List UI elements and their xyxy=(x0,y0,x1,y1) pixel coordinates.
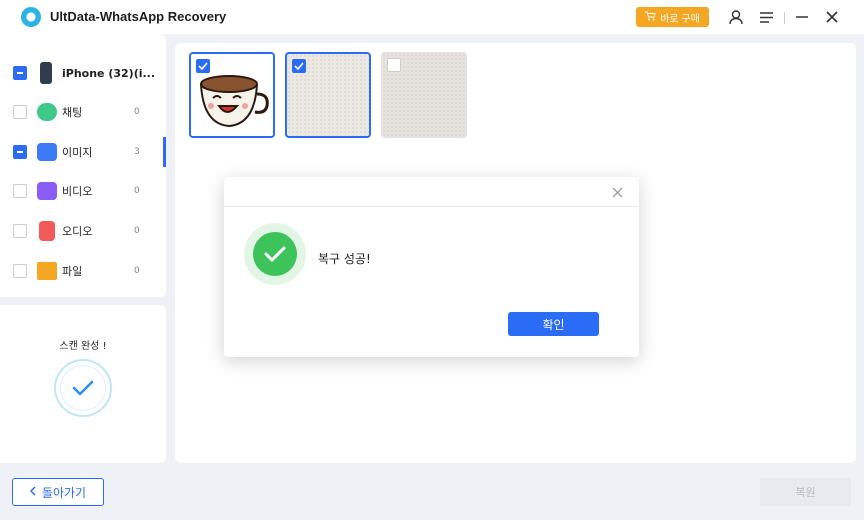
folder-icon xyxy=(37,262,57,280)
audio-count: 0 xyxy=(134,226,140,236)
active-indicator xyxy=(163,137,166,167)
confirm-button[interactable]: 확인 xyxy=(508,312,599,336)
recovery-success-dialog: 복구 성공! 확인 xyxy=(224,177,639,357)
sidebar-item-chat[interactable]: 채팅 0 xyxy=(0,92,166,132)
sidebar-item-video[interactable]: 비디오 0 xyxy=(0,171,166,211)
chat-label: 채팅 xyxy=(62,106,83,119)
buy-button-label: 바로 구매 xyxy=(660,13,700,25)
image-checkbox[interactable] xyxy=(13,145,27,159)
chat-icon xyxy=(37,103,57,121)
menu-icon[interactable] xyxy=(756,7,776,27)
sidebar-item-file[interactable]: 파일 0 xyxy=(0,251,166,291)
thumbnail-checkbox[interactable] xyxy=(196,59,210,73)
app-title: UltData-WhatsApp Recovery xyxy=(50,9,227,24)
video-checkbox[interactable] xyxy=(13,184,27,198)
image-icon xyxy=(37,143,57,161)
image-label: 이미지 xyxy=(62,146,93,159)
iphone-icon xyxy=(40,62,52,84)
minimize-icon[interactable] xyxy=(792,7,812,27)
title-bar-divider xyxy=(784,12,785,24)
file-checkbox[interactable] xyxy=(13,264,27,278)
image-thumbnail[interactable] xyxy=(189,52,275,138)
dialog-header xyxy=(224,177,639,207)
image-count: 3 xyxy=(134,147,140,157)
title-bar: UltData-WhatsApp Recovery 바로 구매 xyxy=(0,0,864,34)
back-button-label: 돌아가기 xyxy=(41,485,87,500)
back-button[interactable]: 돌아가기 xyxy=(12,478,104,506)
audio-label: 오디오 xyxy=(62,225,93,238)
scan-complete-icon xyxy=(54,359,112,417)
file-count: 0 xyxy=(134,266,140,276)
buy-button[interactable]: 바로 구매 xyxy=(636,7,709,27)
chat-count: 0 xyxy=(134,107,140,117)
scan-status-panel: 스캔 완성 ! xyxy=(0,305,166,463)
thumbnail-checkbox[interactable] xyxy=(387,58,401,72)
sidebar-item-audio[interactable]: 오디오 0 xyxy=(0,211,166,251)
chat-checkbox[interactable] xyxy=(13,105,27,119)
video-label: 비디오 xyxy=(62,185,93,198)
sidebar-item-device[interactable]: iPhone (32)(i... xyxy=(0,53,166,93)
account-icon[interactable] xyxy=(726,7,746,27)
device-label: iPhone (32)(i... xyxy=(62,66,156,80)
file-label: 파일 xyxy=(62,265,83,278)
audio-checkbox[interactable] xyxy=(13,224,27,238)
video-count: 0 xyxy=(134,186,140,196)
thumbnail-checkbox[interactable] xyxy=(292,59,306,73)
music-icon xyxy=(39,221,55,241)
device-checkbox[interactable] xyxy=(13,66,27,80)
close-window-icon[interactable] xyxy=(822,7,842,27)
video-icon xyxy=(37,182,57,200)
chevron-left-icon xyxy=(29,485,36,499)
dialog-message: 복구 성공! xyxy=(318,252,371,266)
image-thumbnail[interactable] xyxy=(285,52,371,138)
sidebar-item-image[interactable]: 이미지 3 xyxy=(0,132,166,172)
category-sidebar: iPhone (32)(i... 채팅 0 이미지 3 비디오 0 오디오 0 … xyxy=(0,34,166,297)
close-icon[interactable] xyxy=(609,184,625,200)
cart-icon xyxy=(645,11,656,24)
scan-complete-label: 스캔 완성 ! xyxy=(59,341,107,352)
image-thumbnail[interactable] xyxy=(381,52,467,138)
recover-button[interactable]: 복원 xyxy=(760,478,851,506)
success-check-icon xyxy=(244,223,306,285)
app-logo-icon xyxy=(21,7,41,27)
